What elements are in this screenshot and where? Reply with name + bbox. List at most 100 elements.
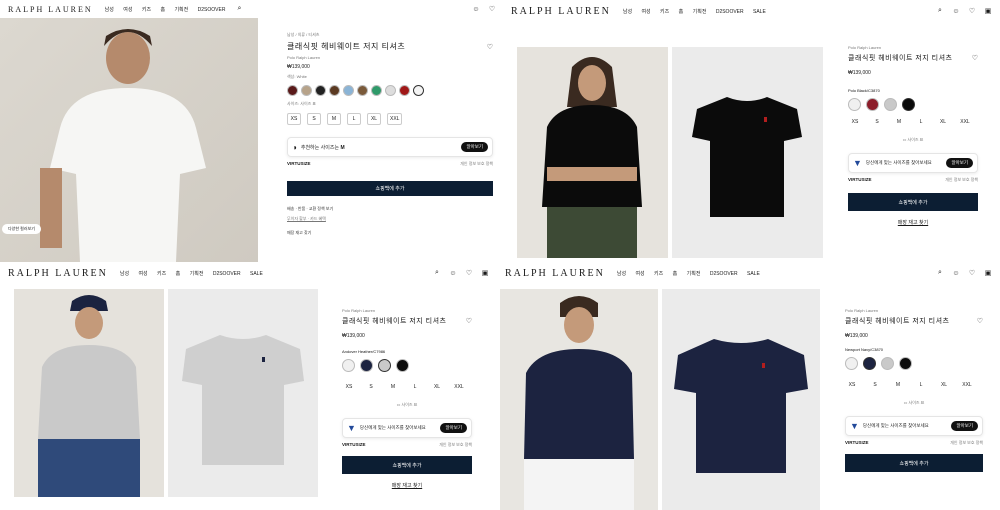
wishlist-icon[interactable]: ♡ <box>972 54 978 62</box>
swatch[interactable] <box>385 85 396 96</box>
brand-logo[interactable]: RALPH LAUREN <box>8 268 108 279</box>
wishlist-icon[interactable]: ♡ <box>466 317 472 325</box>
swatch-black[interactable] <box>902 98 915 111</box>
nav-d2soover[interactable]: D2SOOVER <box>710 271 738 277</box>
add-to-bag-button[interactable]: 쇼핑백에 추가 <box>845 454 983 472</box>
nav-d2soover[interactable]: D2SOOVER <box>716 9 744 15</box>
brand-logo[interactable]: RALPH LAUREN <box>505 268 605 279</box>
search-icon[interactable]: ⌕ <box>433 269 441 277</box>
bag-icon[interactable]: ▣ <box>984 269 992 277</box>
add-to-bag-button[interactable]: 쇼핑백에 추가 <box>342 456 472 474</box>
size-l[interactable]: L <box>347 113 361 125</box>
swatch-grey[interactable] <box>884 98 897 111</box>
wishlist-icon[interactable]: ♡ <box>465 269 473 277</box>
add-to-bag-button[interactable]: 쇼핑백에 추가 <box>848 193 978 211</box>
shipping-info[interactable]: 배송 · 반품 · 교환 정책 보기 <box>287 206 493 212</box>
nav-men[interactable]: 남성 <box>623 9 632 15</box>
search-icon[interactable]: ⌕ <box>936 7 944 15</box>
size-xs[interactable]: XS <box>845 380 859 390</box>
nav-special[interactable]: 기획전 <box>174 7 188 13</box>
size-xxl[interactable]: XXL <box>387 113 403 125</box>
size-l[interactable]: L <box>914 117 928 127</box>
brand-logo[interactable]: RALPH LAUREN <box>8 5 93 14</box>
nav-men[interactable]: 남성 <box>120 271 129 277</box>
nav-women[interactable]: 여성 <box>641 9 650 15</box>
nav-men[interactable]: 남성 <box>105 7 114 13</box>
swatch[interactable] <box>399 85 410 96</box>
privacy-link[interactable]: 개인 정보 보호 정책 <box>460 161 493 167</box>
size-xl[interactable]: XL <box>936 117 950 127</box>
nav-home[interactable]: 홈 <box>176 271 181 277</box>
nav-special[interactable]: 기획전 <box>693 9 707 15</box>
store-finder[interactable]: 매장 재고 찾기 <box>287 230 493 236</box>
privacy-link[interactable]: 개인 정보 보호 정책 <box>439 442 472 448</box>
store-finder-link[interactable]: 매장 재고 찾기 <box>342 482 472 489</box>
swatch-white[interactable] <box>848 98 861 111</box>
swatch-black[interactable] <box>396 359 409 372</box>
nav-special[interactable]: 기획전 <box>687 271 701 277</box>
swatch-white[interactable] <box>342 359 355 372</box>
size-xs[interactable]: XS <box>848 117 862 127</box>
size-m[interactable]: M <box>386 382 400 392</box>
size-guide-link[interactable]: ▭ 사이즈 표 <box>848 137 978 143</box>
nav-kids[interactable]: 키즈 <box>654 271 663 277</box>
size-m[interactable]: M <box>891 380 905 390</box>
nav-kids[interactable]: 키즈 <box>157 271 166 277</box>
brand-logo[interactable]: RALPH LAUREN <box>511 6 611 17</box>
nav-home[interactable]: 홈 <box>160 7 165 13</box>
swatch[interactable] <box>357 85 368 96</box>
privacy-link[interactable]: 개인 정보 보호 정책 <box>945 177 978 183</box>
size-m[interactable]: M <box>892 117 906 127</box>
vs-find-button[interactable]: 알아보기 <box>946 158 973 168</box>
nav-women[interactable]: 여성 <box>123 7 132 13</box>
account-icon[interactable]: ☺ <box>449 269 457 277</box>
wishlist-icon[interactable]: ♡ <box>487 43 493 51</box>
add-to-bag-button[interactable]: 쇼핑백에 추가 <box>287 181 493 196</box>
size-xl[interactable]: XL <box>430 382 444 392</box>
size-s[interactable]: S <box>307 113 321 125</box>
swatch-red[interactable] <box>866 98 879 111</box>
swatch[interactable] <box>371 85 382 96</box>
swatch-white[interactable] <box>845 357 858 370</box>
wishlist-icon[interactable]: ♡ <box>488 5 496 13</box>
bag-icon[interactable]: ▣ <box>984 7 992 15</box>
size-s[interactable]: S <box>870 117 884 127</box>
search-icon[interactable]: ⌕ <box>936 269 944 277</box>
swatch[interactable] <box>315 85 326 96</box>
color-chip-button[interactable]: 다양한 컬러보기 <box>2 224 41 234</box>
store-finder-link[interactable]: 매장 재고 찾기 <box>848 219 978 226</box>
swatch-grey[interactable] <box>378 359 391 372</box>
nav-women[interactable]: 여성 <box>635 271 644 277</box>
swatch-grey[interactable] <box>881 357 894 370</box>
swatch[interactable] <box>287 85 298 96</box>
size-guide-link[interactable]: 사이즈 표 <box>300 101 316 106</box>
size-xl[interactable]: XL <box>367 113 381 125</box>
vs-find-button[interactable]: 알아보기 <box>461 142 488 152</box>
nav-special[interactable]: 기획전 <box>190 271 204 277</box>
nav-women[interactable]: 여성 <box>138 271 147 277</box>
size-xxl[interactable]: XXL <box>452 382 466 392</box>
search-icon[interactable]: ⌕ <box>237 5 241 13</box>
size-xs[interactable]: XS <box>342 382 356 392</box>
size-xxl[interactable]: XXL <box>960 380 974 390</box>
swatch[interactable] <box>413 85 424 96</box>
nav-kids[interactable]: 키즈 <box>660 9 669 15</box>
nav-home[interactable]: 홈 <box>673 271 678 277</box>
size-xxl[interactable]: XXL <box>958 117 972 127</box>
size-xs[interactable]: XS <box>287 113 301 125</box>
wishlist-icon[interactable]: ♡ <box>968 7 976 15</box>
swatch[interactable] <box>343 85 354 96</box>
size-m[interactable]: M <box>327 113 341 125</box>
nav-d2soover[interactable]: D2SOOVER <box>213 271 241 277</box>
swatch[interactable] <box>329 85 340 96</box>
wishlist-icon[interactable]: ♡ <box>968 269 976 277</box>
size-guide-link[interactable]: ▭ 사이즈 표 <box>845 400 983 406</box>
swatch[interactable] <box>301 85 312 96</box>
nav-d2soover[interactable]: D2SOOVER <box>198 7 226 13</box>
size-l[interactable]: L <box>914 380 928 390</box>
privacy-link[interactable]: 개인 정보 보호 정책 <box>950 440 983 446</box>
account-icon[interactable]: ☺ <box>952 269 960 277</box>
account-icon[interactable]: ☺ <box>472 5 480 13</box>
wishlist-icon[interactable]: ♡ <box>977 317 983 325</box>
nav-sale[interactable]: SALE <box>753 9 766 15</box>
